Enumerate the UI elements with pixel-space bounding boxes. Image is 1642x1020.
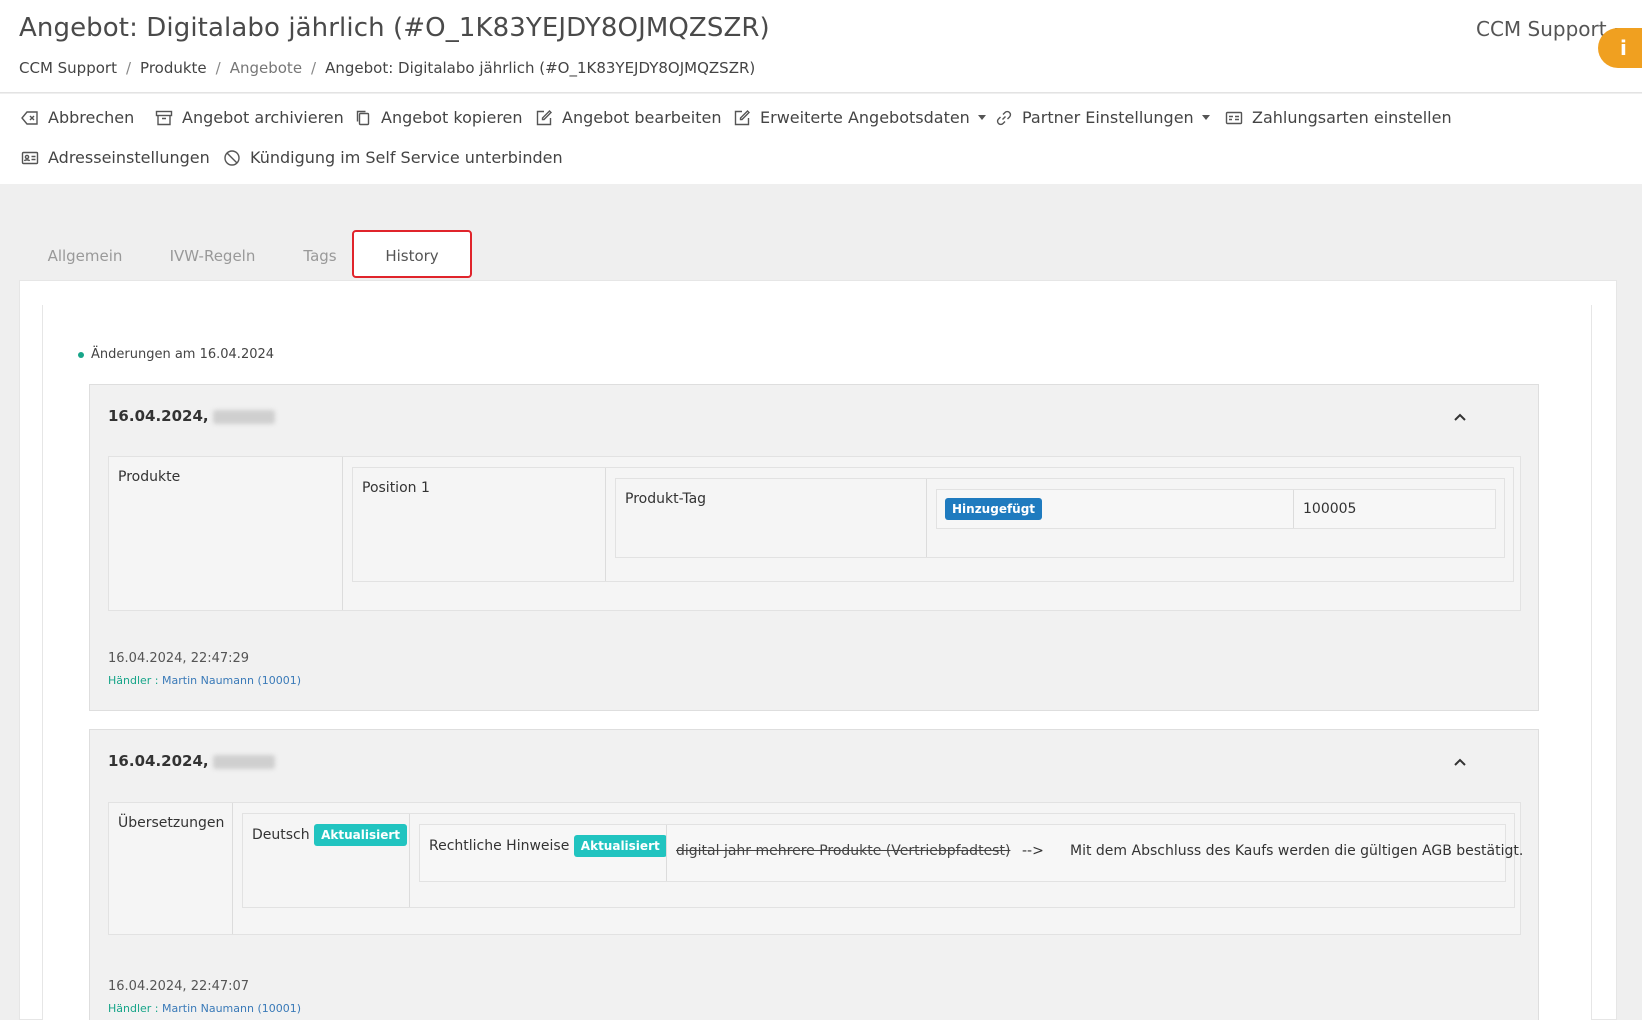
- history-day-heading-text: Änderungen am 16.04.2024: [91, 347, 275, 362]
- history-entry-title-text: 16.04.2024,: [108, 752, 209, 770]
- caret-down-icon: [1201, 115, 1210, 120]
- page-header: Angebot: Digitalabo jährlich (#O_1K83YEJ…: [0, 0, 1642, 93]
- change-table: Produkte Position 1 Produkt-Tag Hinzugef…: [108, 456, 1521, 611]
- copy-button[interactable]: Angebot kopieren: [354, 108, 523, 127]
- edit-offer-button[interactable]: Angebot bearbeiten: [535, 108, 721, 127]
- prevent-cancellation-button[interactable]: Kündigung im Self Service unterbinden: [223, 148, 563, 167]
- extended-offer-data-label: Erweiterte Angebotsdaten: [760, 108, 970, 127]
- cancel-button-label: Abbrechen: [48, 108, 135, 127]
- tab-ivw-regeln[interactable]: IVW-Regeln: [160, 232, 265, 280]
- divider: [605, 468, 606, 581]
- divider: [926, 479, 927, 557]
- breadcrumb-item-angebote[interactable]: Angebote: [230, 59, 302, 77]
- change-section-label: Produkte: [118, 469, 181, 485]
- divider: [1293, 490, 1294, 528]
- divider: [666, 825, 667, 881]
- info-button[interactable]: i: [1598, 28, 1642, 68]
- action-toolbar: Abbrechen Angebot archivieren Angebot ko…: [0, 94, 1642, 184]
- chevron-up-icon[interactable]: [1452, 409, 1468, 425]
- language-table: Deutsch Aktualisiert Rechtliche Hinweise…: [242, 813, 1523, 908]
- field-table: Produkt-Tag Hinzugefügt 100005: [615, 478, 1505, 558]
- entry-timestamp: 16.04.2024, 22:47:07: [108, 979, 250, 994]
- history-entry-title[interactable]: 16.04.2024,: [108, 407, 275, 425]
- badge-wrapper: Hinzugefügt: [945, 498, 1043, 520]
- edit-icon: [536, 109, 552, 125]
- ban-icon: [224, 149, 240, 166]
- archive-button-label: Angebot archivieren: [182, 108, 344, 127]
- divider: [342, 457, 343, 610]
- field-cell: Rechtliche Hinweise Aktualisiert: [429, 835, 667, 857]
- change-section-label: Übersetzungen: [118, 815, 225, 831]
- change-table: Übersetzungen Deutsch Aktualisiert Recht…: [108, 802, 1523, 935]
- breadcrumb-item-ccm-support[interactable]: CCM Support: [19, 59, 117, 77]
- divider: [409, 814, 410, 907]
- user-menu-label: CCM Support: [1476, 17, 1607, 41]
- entry-author: Händler : Martin Naumann (10001): [108, 1002, 301, 1015]
- history-entry: 16.04.2024, Übersetzungen Deutsch Aktual…: [89, 729, 1539, 1020]
- copy-button-label: Angebot kopieren: [381, 108, 523, 127]
- extended-offer-data-dropdown[interactable]: Erweiterte Angebotsdaten: [733, 108, 986, 127]
- page-title: Angebot: Digitalabo jährlich (#O_1K83YEJ…: [19, 13, 770, 43]
- status-badge: Aktualisiert: [314, 824, 407, 846]
- cancel-button[interactable]: Abbrechen: [21, 108, 134, 127]
- author-name[interactable]: Martin Naumann (10001): [162, 1002, 301, 1015]
- status-badge: Aktualisiert: [573, 835, 667, 857]
- blurred-time: [212, 409, 275, 424]
- chevron-up-icon[interactable]: [1452, 754, 1468, 770]
- tab-tags[interactable]: Tags: [295, 232, 345, 280]
- partner-settings-dropdown[interactable]: Partner Einstellungen: [995, 108, 1210, 127]
- change-arrow: -->: [1022, 843, 1044, 859]
- entry-author: Händler : Martin Naumann (10001): [108, 674, 301, 687]
- partner-settings-label: Partner Einstellungen: [1022, 108, 1194, 127]
- new-value: Mit dem Abschluss des Kaufs werden die g…: [1070, 843, 1524, 859]
- edit-offer-button-label: Angebot bearbeiten: [562, 108, 722, 127]
- field-label: Rechtliche Hinweise: [429, 838, 570, 854]
- breadcrumb: CCM Support / Produkte / Angebote / Angebot: D…: [19, 59, 756, 77]
- copy-icon: [356, 110, 370, 125]
- address-settings-label: Adresseinstellungen: [48, 148, 210, 167]
- card-icon: [1225, 111, 1243, 124]
- breadcrumb-item-current: Angebot: Digitalabo jährlich (#O_1K83YEJ…: [325, 59, 756, 77]
- address-card-icon: [21, 151, 39, 164]
- position-label: Position 1: [362, 480, 430, 496]
- edit-icon: [734, 109, 750, 125]
- old-value-text: digital jahr mehrere Produkte (Vertriebp…: [676, 843, 1011, 859]
- position-table: Position 1 Produkt-Tag Hinzugefügt 10000…: [352, 467, 1514, 582]
- payment-methods-button[interactable]: Zahlungsarten einstellen: [1225, 108, 1452, 127]
- tab-content-panel: Änderungen am 16.04.2024 16.04.2024, Pro…: [19, 280, 1617, 1020]
- history-entry-title-text: 16.04.2024,: [108, 407, 209, 425]
- language-label: Deutsch: [252, 827, 310, 843]
- language-cell: Deutsch Aktualisiert: [252, 824, 407, 846]
- address-settings-button[interactable]: Adresseinstellungen: [21, 148, 210, 167]
- history-container: Änderungen am 16.04.2024 16.04.2024, Pro…: [42, 305, 1592, 1020]
- backspace-icon: [21, 110, 38, 125]
- author-label: Händler :: [108, 1002, 159, 1015]
- caret-down-icon: [977, 115, 986, 120]
- info-icon: i: [1620, 36, 1627, 60]
- entry-timestamp: 16.04.2024, 22:47:29: [108, 651, 250, 666]
- value-row: Hinzugefügt 100005: [936, 489, 1496, 529]
- new-value: 100005: [1303, 501, 1357, 517]
- old-value: digital jahr mehrere Produkte (Vertriebp…: [676, 843, 1010, 859]
- payment-methods-label: Zahlungsarten einstellen: [1252, 108, 1452, 127]
- timeline-dot: [78, 351, 84, 358]
- history-day-heading: Änderungen am 16.04.2024: [78, 347, 274, 362]
- field-label: Produkt-Tag: [625, 491, 707, 507]
- history-entry: 16.04.2024, Produkte Position 1 Produkt-…: [89, 384, 1539, 711]
- tab-history[interactable]: History: [352, 230, 472, 278]
- blurred-time: [212, 754, 275, 769]
- archive-icon: [155, 110, 173, 125]
- author-name[interactable]: Martin Naumann (10001): [162, 674, 301, 687]
- history-entry-title[interactable]: 16.04.2024,: [108, 752, 275, 770]
- tab-allgemein[interactable]: Allgemein: [40, 232, 130, 280]
- divider: [232, 803, 233, 934]
- prevent-cancellation-label: Kündigung im Self Service unterbinden: [250, 148, 563, 167]
- breadcrumb-item-produkte[interactable]: Produkte: [140, 59, 207, 77]
- link-icon: [996, 110, 1012, 125]
- field-row: Rechtliche Hinweise Aktualisiert digital…: [419, 824, 1523, 882]
- archive-button[interactable]: Angebot archivieren: [155, 108, 344, 127]
- author-label: Händler :: [108, 674, 159, 687]
- status-badge: Hinzugefügt: [945, 498, 1043, 520]
